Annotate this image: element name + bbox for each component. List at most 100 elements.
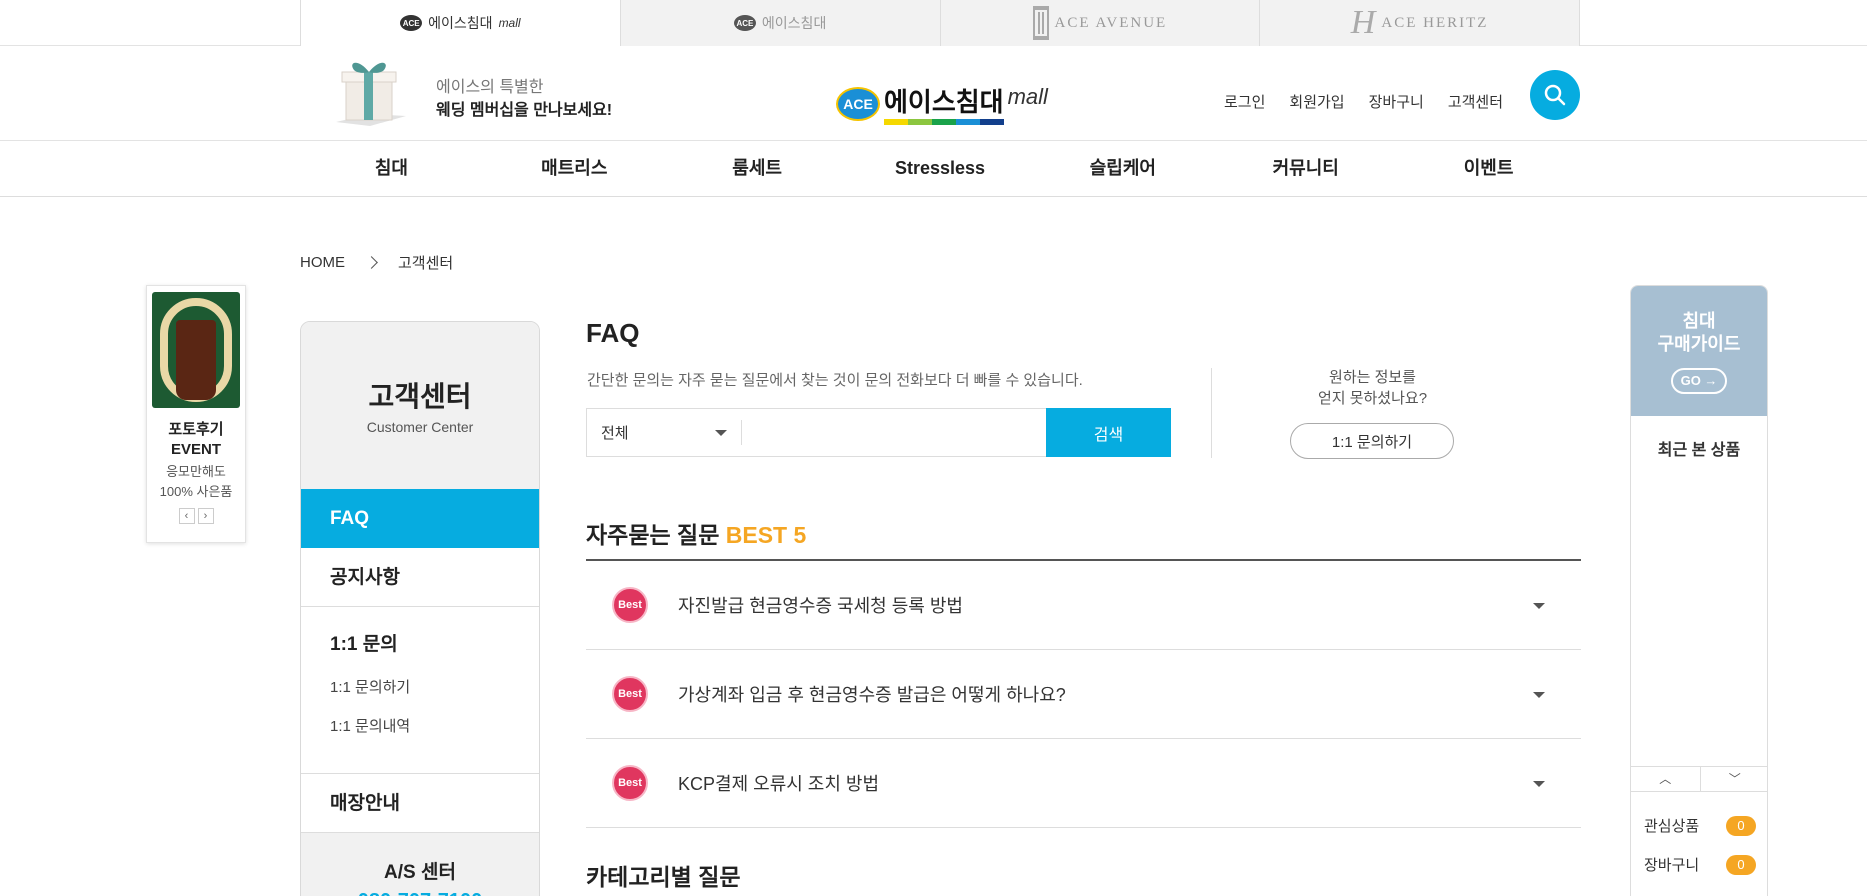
nav-item-event[interactable]: 이벤트 [1397, 141, 1580, 197]
faq-search-input[interactable] [742, 409, 1046, 456]
login-link[interactable]: 로그인 [1224, 91, 1265, 112]
wishlist-count-row[interactable]: 관심상품 0 [1644, 815, 1756, 836]
caret-down-icon [1533, 781, 1545, 787]
drink-glass [176, 320, 216, 400]
recent-products-title: 최근 본 상품 [1657, 442, 1741, 459]
customer-center-link[interactable]: 고객센터 [1448, 91, 1503, 112]
promo-line-1: 에이스의 특별한 [436, 79, 544, 96]
divider [1211, 368, 1212, 458]
nav-item-sleepcare[interactable]: 슬립케어 [1031, 141, 1214, 197]
ace-logo-icon: ACE [733, 15, 756, 31]
sidebar-item-inquiry-write[interactable]: 1:1 문의하기 [330, 676, 539, 697]
go-button[interactable]: GO → [1671, 368, 1727, 394]
category-select[interactable]: 전체 [587, 420, 742, 445]
category-faq-heading: 카테고리별 질문 [586, 864, 741, 890]
breadcrumb-current[interactable]: 고객센터 [398, 252, 453, 273]
cart-label: 장바구니 [1644, 857, 1700, 874]
banner-title-line-2: EVENT [170, 441, 221, 458]
brand-tab-ace[interactable]: ACE 에이스침대 [619, 0, 940, 46]
nav-item-roomset[interactable]: 룸세트 [666, 141, 849, 197]
brand-tab-ace-mall[interactable]: ACE 에이스침대 mall [300, 0, 620, 46]
faq-search-button[interactable]: 검색 [1046, 408, 1171, 457]
faq-question: 가상계좌 입금 후 현금영수증 발급은 어떻게 하나요? [678, 685, 1066, 705]
page-title: FAQ [586, 318, 640, 348]
site-logo[interactable]: ACE 에이스침대 mall [836, 82, 1048, 125]
inquiry-button[interactable]: 1:1 문의하기 [1290, 423, 1454, 459]
sidebar-title: 고객센터 [368, 381, 472, 412]
photo-review-banner[interactable]: 포토후기 EVENT 응모만해도 100% 사은품 ‹ › [146, 285, 246, 543]
brand-tab-label: 에이스침대 [761, 15, 827, 31]
as-center-box: A/S 센터 080-707-7100 [301, 833, 539, 896]
best-badge: Best [612, 765, 648, 801]
chevron-down-icon[interactable]: ﹀ [1701, 767, 1768, 791]
as-center-phone: 080-707-7100 [301, 890, 539, 896]
brand-bar: ACE 에이스침대 mall ACE 에이스침대 ACE AVENUE H AC… [0, 0, 1867, 46]
customer-center-sidebar: 고객센터 Customer Center FAQ 공지사항 1:1 문의 1:1… [300, 321, 540, 896]
cart-link[interactable]: 장바구니 [1369, 91, 1424, 112]
brand-tab-ace-avenue[interactable]: ACE AVENUE [939, 0, 1260, 46]
help-text: 원하는 정보를 얻지 못하셨나요? [1290, 367, 1455, 409]
nav-item-mattress[interactable]: 매트리스 [483, 141, 666, 197]
banner-title: 포토후기 EVENT [147, 420, 245, 460]
pillar-icon [1032, 6, 1049, 40]
chevron-left-icon[interactable]: ‹ [178, 508, 195, 524]
best-faq-heading-accent: BEST 5 [725, 522, 807, 548]
logo-mall-text: mall [1007, 83, 1048, 109]
logo-wordmark: 에이스침대 [884, 87, 1004, 117]
signup-link[interactable]: 회원가입 [1289, 91, 1344, 112]
banner-title-line-1: 포토후기 [168, 421, 224, 438]
brand-tab-ace-heritz[interactable]: H ACE HERITZ [1259, 0, 1580, 46]
sidebar-item-faq[interactable]: FAQ [301, 489, 539, 548]
nav-item-community[interactable]: 커뮤니티 [1214, 141, 1397, 197]
best-badge: Best [612, 676, 648, 712]
sidebar-item-inquiry[interactable]: 1:1 문의 [330, 629, 539, 656]
promo-line-2: 웨딩 멤버십을 만나보세요! [436, 102, 613, 119]
site-header: 에이스의 특별한 웨딩 멤버십을 만나보세요! ACE 에이스침대 mall 로… [0, 46, 1867, 141]
faq-row[interactable]: Best KCP결제 오류시 조치 방법 [586, 739, 1581, 828]
cart-count-badge: 0 [1726, 854, 1756, 875]
nav-item-bed[interactable]: 침대 [300, 141, 483, 197]
breadcrumb: HOME 고객센터 [300, 252, 453, 273]
gift-box-icon[interactable] [330, 56, 410, 126]
sidebar-group-inquiry: 1:1 문의 1:1 문의하기 1:1 문의내역 [301, 607, 539, 774]
faq-question: KCP결제 오류시 조치 방법 [678, 774, 880, 794]
brand-tab-label: ACE AVENUE [1054, 14, 1168, 31]
search-button[interactable] [1530, 70, 1580, 120]
guide-line-1: 침대 [1682, 311, 1716, 331]
caret-down-icon [1533, 692, 1545, 698]
sidebar-header: 고객센터 Customer Center [301, 322, 539, 489]
guide-line-2: 구매가이드 [1657, 334, 1741, 354]
top-links: 로그인 회원가입 장바구니 고객센터 [1224, 91, 1503, 112]
wedding-promo[interactable]: 에이스의 특별한 웨딩 멤버십을 만나보세요! [436, 76, 612, 122]
sidebar-item-notice[interactable]: 공지사항 [301, 548, 539, 607]
chevron-up-icon[interactable]: ︿ [1631, 767, 1701, 791]
chevron-right-icon[interactable]: › [197, 508, 214, 524]
help-text-line-1: 원하는 정보를 [1329, 369, 1416, 386]
help-text-line-2: 얻지 못하셨나요? [1317, 390, 1428, 407]
faq-row[interactable]: Best 자진발급 현금영수증 국세청 등록 방법 [586, 561, 1581, 650]
recent-products-nav: ︿ ﹀ [1631, 766, 1768, 792]
breadcrumb-home[interactable]: HOME [300, 254, 345, 271]
banner-nav: ‹ › [147, 508, 245, 524]
brand-tabs: ACE 에이스침대 mall ACE 에이스침대 ACE AVENUE H AC… [300, 0, 1580, 46]
brand-tab-label: 에이스침대 [428, 15, 493, 31]
brand-tab-label: ACE HERITZ [1381, 14, 1489, 31]
banner-sub-line-1: 응모만해도 [166, 464, 226, 479]
sidebar-subtitle: Customer Center [366, 419, 474, 435]
logo-text: 에이스침대 [884, 82, 1004, 125]
bed-buying-guide[interactable]: 침대 구매가이드 GO → [1631, 286, 1767, 416]
category-select-value: 전체 [601, 425, 629, 442]
banner-subtitle: 응모만해도 100% 사은품 [147, 462, 245, 502]
sidebar-item-inquiry-history[interactable]: 1:1 문의내역 [330, 715, 539, 736]
faq-description: 간단한 문의는 자주 묻는 질문에서 찾는 것이 문의 전화보다 더 빠를 수 … [587, 372, 1083, 389]
best-badge: Best [612, 587, 648, 623]
logo-stripe [884, 119, 1004, 125]
review-event-image [152, 292, 240, 408]
sidebar-item-store[interactable]: 매장안내 [301, 774, 539, 833]
best-faq-list: Best 자진발급 현금영수증 국세청 등록 방법 Best 가상계좌 입금 후… [586, 559, 1581, 828]
ace-logo-icon: ACE [400, 15, 423, 31]
nav-item-stressless[interactable]: Stressless [849, 141, 1032, 197]
cart-count-row[interactable]: 장바구니 0 [1644, 854, 1756, 875]
best-faq-heading-text: 자주묻는 질문 [586, 522, 720, 548]
faq-row[interactable]: Best 가상계좌 입금 후 현금영수증 발급은 어떻게 하나요? [586, 650, 1581, 739]
